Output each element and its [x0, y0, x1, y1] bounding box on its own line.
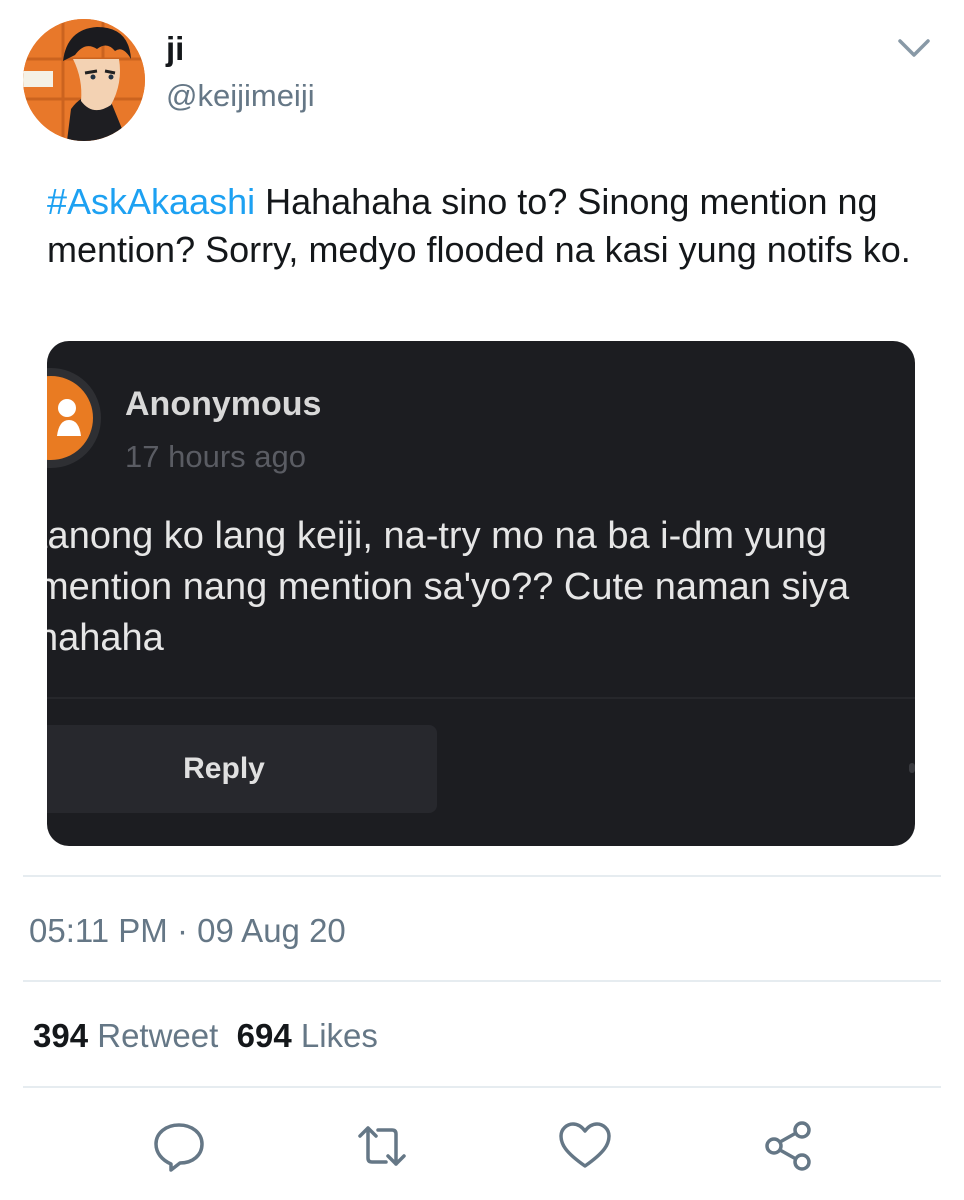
tweet-timestamp[interactable]: 05:11 PM · 09 Aug 20: [29, 912, 346, 950]
share-icon[interactable]: [760, 1118, 816, 1174]
retweet-label[interactable]: Retweet: [97, 1017, 218, 1054]
question-line: tanong ko lang keiji, na-try mo na ba i-…: [47, 515, 827, 557]
tweet-text: #AskAkaashi Hahahaha sino to? Sinong men…: [47, 178, 927, 274]
media-image[interactable]: Anonymous 17 hours ago tanong ko lang ke…: [47, 341, 915, 846]
avatar[interactable]: [23, 19, 145, 141]
edge-mark: [909, 763, 915, 773]
divider: [23, 875, 941, 877]
tweet-stats: 394 Retweet 694 Likes: [33, 1017, 378, 1055]
like-count[interactable]: 694: [237, 1017, 292, 1054]
display-name[interactable]: ji: [166, 30, 184, 68]
divider: [23, 980, 941, 982]
chevron-down-icon[interactable]: [896, 36, 932, 60]
anonymous-sender: Anonymous: [125, 385, 322, 423]
divider: [47, 697, 915, 699]
anonymous-question: tanong ko lang keiji, na-try mo na ba i-…: [47, 511, 915, 664]
retweet-icon[interactable]: [354, 1118, 410, 1174]
divider: [23, 1086, 941, 1088]
anonymous-avatar: [47, 368, 101, 468]
like-label[interactable]: Likes: [301, 1017, 378, 1054]
retweet-count[interactable]: 394: [33, 1017, 88, 1054]
heart-icon[interactable]: [557, 1118, 613, 1174]
question-line: hahaha: [47, 617, 164, 659]
question-line: mention nang mention sa'yo?? Cute naman …: [47, 566, 850, 608]
reply-icon[interactable]: [151, 1118, 207, 1174]
message-time: 17 hours ago: [125, 439, 306, 474]
hashtag-link[interactable]: #AskAkaashi: [47, 181, 255, 222]
user-handle[interactable]: @keijimeiji: [166, 78, 315, 114]
reply-button: Reply: [47, 725, 437, 813]
